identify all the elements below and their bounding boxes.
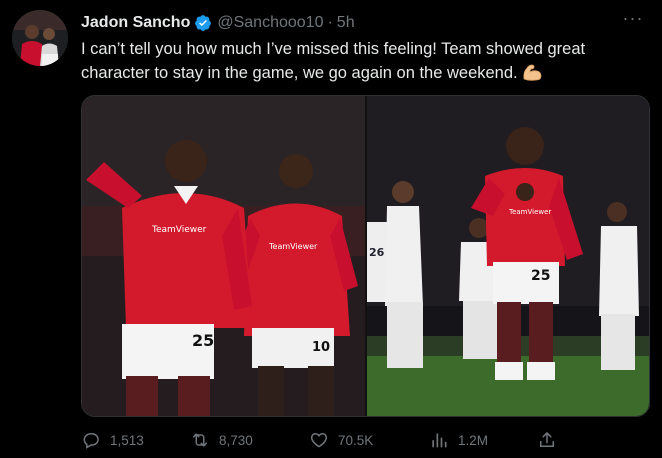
left-photo-number-1: 25 <box>192 331 214 350</box>
author-avatar[interactable] <box>12 10 68 66</box>
tweet-media[interactable]: TeamViewer 10 TeamViewer 25 26 24 <box>81 95 650 417</box>
left-photo-sponsor-1: TeamViewer <box>151 225 207 235</box>
reply-icon <box>83 433 99 449</box>
author-handle[interactable]: @Sanchooo10 <box>217 14 323 32</box>
reply-button[interactable]: 1,513 <box>81 428 144 452</box>
tweet-actions: 1,513 8,730 70.5K 1.2M <box>81 428 561 452</box>
right-photo-opponent-number-1: 26 <box>369 246 385 259</box>
retweet-button[interactable]: 8,730 <box>190 428 253 452</box>
retweet-icon <box>193 433 207 447</box>
heart-icon <box>310 432 328 448</box>
share-icon <box>540 432 554 447</box>
right-photo-sponsor: TeamViewer <box>508 208 551 216</box>
avatar-image <box>12 10 68 66</box>
flexed-biceps-icon <box>523 64 542 81</box>
analytics-icon <box>432 433 447 448</box>
view-count: 1.2M <box>458 432 489 448</box>
tweet-header: Jadon Sancho @Sanchooo10 · 5h <box>81 12 632 34</box>
like-count: 70.5K <box>338 432 374 448</box>
more-options-icon[interactable]: ··· <box>618 8 648 32</box>
photo-celebration-left[interactable]: TeamViewer 10 TeamViewer 25 <box>82 96 365 416</box>
views-button[interactable]: 1.2M <box>429 428 488 452</box>
separator-dot: · <box>327 14 333 31</box>
photo-celebration-right[interactable]: 26 24 TeamViewer 25 <box>367 96 649 416</box>
like-button[interactable]: 70.5K <box>309 428 373 452</box>
tweet-body: I can’t tell you how much I’ve missed th… <box>81 40 586 82</box>
left-photo-number-2: 10 <box>312 340 330 355</box>
left-photo-sponsor-2: TeamViewer <box>268 242 318 251</box>
share-button[interactable] <box>537 428 566 452</box>
reply-count: 1,513 <box>110 432 144 448</box>
verified-badge-icon <box>195 15 212 31</box>
tweet-time[interactable]: 5h <box>337 14 355 32</box>
author-name[interactable]: Jadon Sancho <box>81 14 190 32</box>
retweet-count: 8,730 <box>219 432 253 448</box>
right-photo-number: 25 <box>531 268 550 284</box>
tweet-text: I can’t tell you how much I’ve missed th… <box>81 37 641 85</box>
